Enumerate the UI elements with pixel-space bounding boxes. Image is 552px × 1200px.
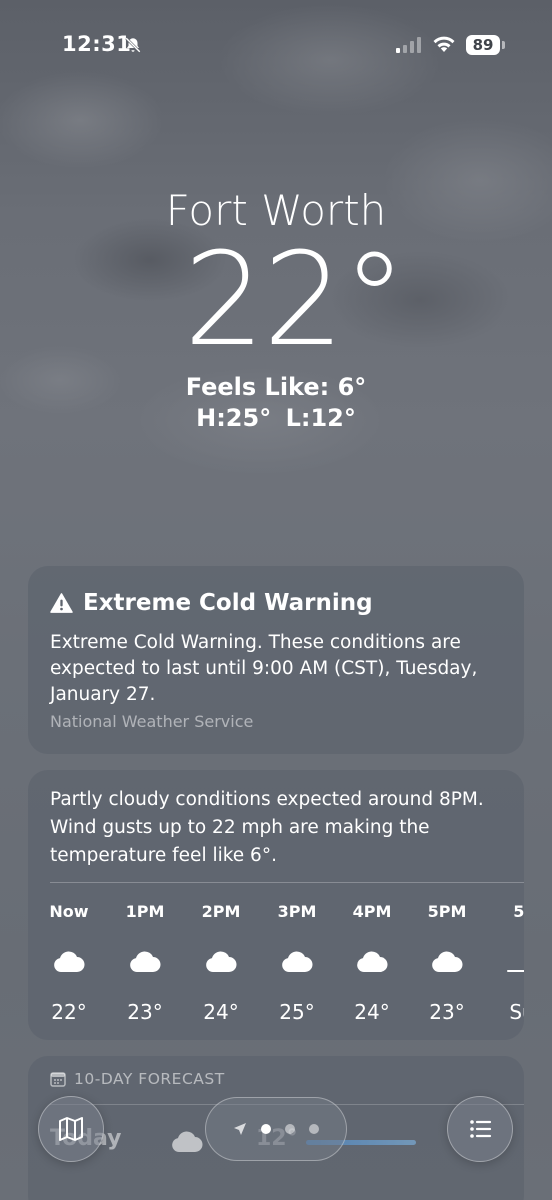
list-icon [470,1120,492,1138]
extreme-cold-warning-card[interactable]: Extreme Cold Warning Extreme Cold Warnin… [28,566,524,754]
warning-body: Extreme Cold Warning. These conditions a… [50,632,478,705]
hour-label: 3PM [277,902,317,921]
hourly-scroller[interactable]: Now 22° 1PM 23° 2PM 24° 3PM 25° 4PM 24° … [28,892,524,1032]
forecast-header: 10-DAY FORECAST [50,1070,225,1088]
current-temperature: 22° [183,226,407,375]
cloud-icon [357,951,388,972]
bell-slash-icon [125,37,141,53]
hour-label: 4PM [352,902,392,921]
status-time: 12:31 [62,32,132,56]
hour-item-partial: 5: Su [492,892,524,1024]
status-bar: 12:31 89 [0,30,552,62]
forecast-header-label: 10-DAY FORECAST [74,1070,225,1088]
hour-temp: 24° [203,1000,239,1024]
sunset-icon [507,970,524,972]
calendar-icon [50,1072,66,1087]
hour-item: 1PM 23° [115,892,175,1024]
warning-triangle-icon [50,593,73,613]
warning-title: Extreme Cold Warning [83,590,373,616]
page-dot [285,1124,295,1134]
cloud-icon [54,951,85,972]
page-indicator[interactable] [205,1097,347,1161]
hour-label: 2PM [201,902,241,921]
location-list-button[interactable] [447,1096,513,1162]
page-dot [309,1124,319,1134]
hourly-divider [50,882,524,883]
battery-cap [502,41,505,49]
warning-source: National Weather Service [50,712,254,731]
hour-temp: Su [509,1000,524,1024]
hour-temp: 23° [429,1000,465,1024]
map-button[interactable] [38,1096,104,1162]
hour-item: 4PM 24° [342,892,402,1024]
hour-label: 5PM [427,902,467,921]
wifi-icon [433,36,455,52]
cloud-icon [282,951,313,972]
location-arrow-icon [234,1123,246,1135]
hour-temp: 23° [127,1000,163,1024]
map-icon [59,1117,83,1141]
high-low: H:25° L:12° [196,404,356,432]
hour-item: 5PM 23° [417,892,477,1024]
warning-title-row: Extreme Cold Warning [50,590,373,616]
hour-label: 1PM [125,902,165,921]
hour-item: 3PM 25° [267,892,327,1024]
cloud-icon [130,951,161,972]
battery-indicator: 89 [466,35,500,55]
hour-temp: 22° [51,1000,87,1024]
hour-label: Now [49,902,89,921]
cloud-icon [206,951,237,972]
cloud-icon [172,1131,203,1152]
hour-temp: 25° [279,1000,315,1024]
hourly-forecast-card[interactable]: Partly cloudy conditions expected around… [28,770,524,1040]
hour-label: 5: [513,902,524,921]
cloud-icon [432,951,463,972]
feels-like: Feels Like: 6° [185,373,367,401]
signal-icon [396,37,421,53]
hour-temp: 24° [354,1000,390,1024]
page-dot-active [261,1124,271,1134]
hourly-summary: Partly cloudy conditions expected around… [50,789,484,866]
hour-item: Now 22° [39,892,99,1024]
hour-item: 2PM 24° [191,892,251,1024]
